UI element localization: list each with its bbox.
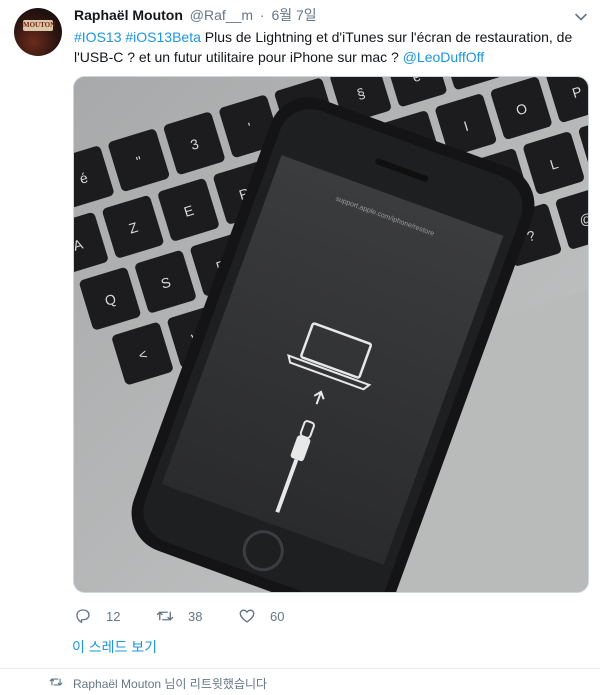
retweet-icon <box>156 611 174 621</box>
author-avatar[interactable]: MOUTON <box>14 8 62 56</box>
retweet-notice-text[interactable]: Raphaël Mouton 님이 리트윗했습니다 <box>73 675 267 692</box>
avatar-sign-text: MOUTON <box>23 20 56 31</box>
retweet-count: 38 <box>188 608 203 624</box>
like-count: 60 <box>270 608 285 624</box>
show-thread-link[interactable]: 이 스레드 보기 <box>72 637 157 657</box>
author-name[interactable]: Raphaël Mouton <box>74 7 183 23</box>
reply-button[interactable]: 12 <box>74 604 120 628</box>
like-button[interactable]: 60 <box>238 604 284 628</box>
tweet-card[interactable]: MOUTON Raphaël Mouton @Raf__m · 6월 7일 #I… <box>0 0 600 669</box>
retweet-button[interactable]: 38 <box>156 604 202 628</box>
hashtag-ios13[interactable]: #IOS13 <box>74 29 121 45</box>
like-icon <box>239 609 255 623</box>
author-handle[interactable]: @Raf__m <box>190 7 253 23</box>
retweet-small-icon <box>49 678 63 686</box>
retweet-notice: Raphaël Mouton 님이 리트윗했습니다 <box>0 669 600 695</box>
iphone-restore-photo: é"3'(§è!çà&AZERTYUIOPQSDFGHJKLM<WXCVBN?@… <box>74 77 588 592</box>
reply-count: 12 <box>106 608 121 624</box>
tweet-text: #IOS13 #iOS13Beta Plus de Lightning et d… <box>74 27 586 67</box>
tweet-photo[interactable]: é"3'(§è!çà&AZERTYUIOPQSDFGHJKLM<WXCVBN?@… <box>73 76 589 593</box>
header-separator: · <box>259 7 265 23</box>
reply-icon <box>76 609 90 624</box>
tweet-header: Raphaël Mouton @Raf__m · 6월 7일 <box>74 6 317 24</box>
hashtag-ios13beta[interactable]: #iOS13Beta <box>125 29 201 45</box>
tweet-date[interactable]: 6월 7일 <box>271 7 316 23</box>
caret-down-icon[interactable] <box>574 10 588 24</box>
tweet-actions: 12 38 60 <box>74 604 374 628</box>
mention-leoduffoff[interactable]: @LeoDuffOff <box>403 49 484 65</box>
